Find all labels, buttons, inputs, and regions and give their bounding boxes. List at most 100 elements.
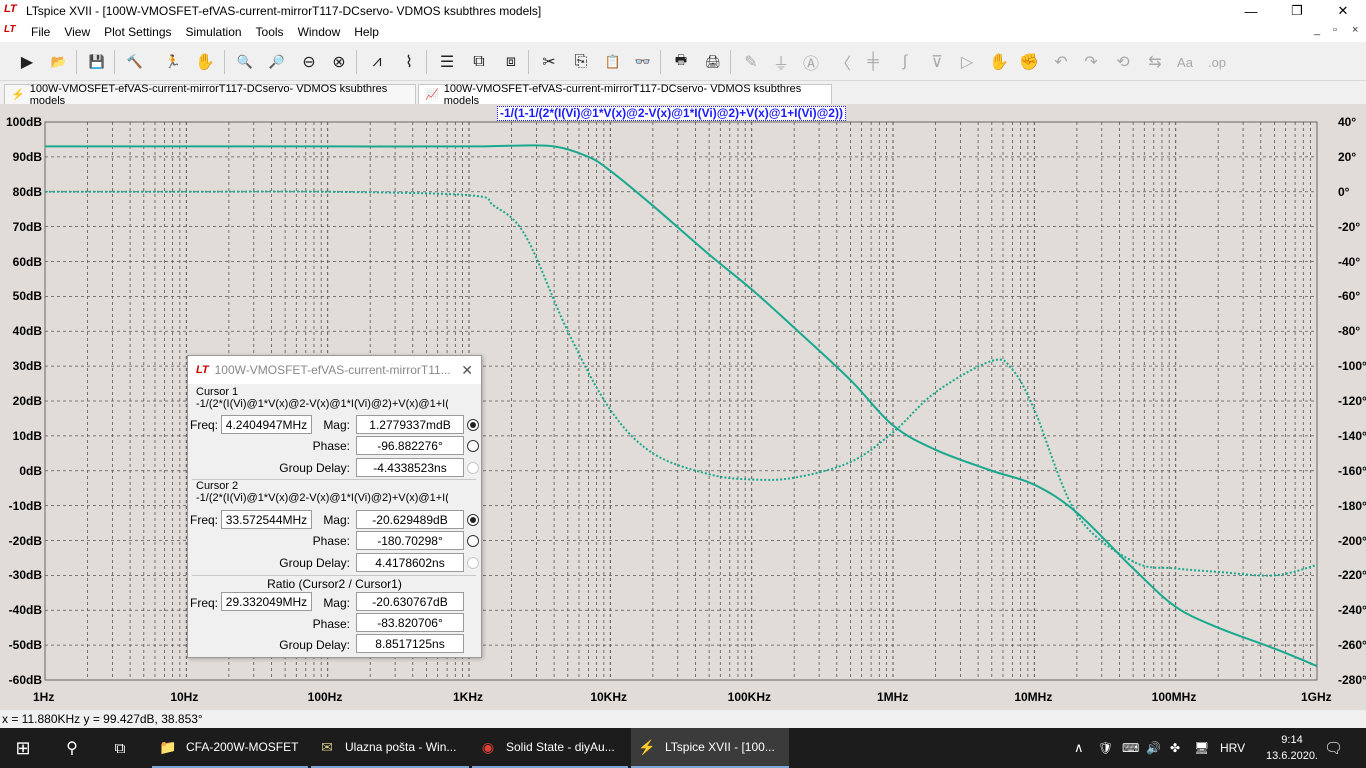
halt-icon[interactable]: 🏃 xyxy=(160,49,186,75)
menu-file[interactable]: File xyxy=(24,25,57,39)
ratio-mag-label: Mag: xyxy=(323,596,350,610)
dropbox-icon[interactable]: ✤ xyxy=(1170,728,1180,768)
taskbar-item-chrome[interactable]: ◉ Solid State - diyAu... xyxy=(472,728,628,768)
component-icon[interactable]: ▷ xyxy=(954,49,980,75)
diode-icon[interactable]: ⊽ xyxy=(924,49,950,75)
measure-icon[interactable]: ⌇ xyxy=(396,49,422,75)
search-icon[interactable]: ⚲ xyxy=(50,728,94,768)
show-hidden-icons-chevron-icon[interactable]: ∧ xyxy=(1074,728,1084,768)
taskbar-item-mail[interactable]: ✉ Ulazna pošta - Win... xyxy=(311,728,469,768)
drag-icon[interactable]: ✊ xyxy=(1016,49,1042,75)
cursor2-group-delay-radio[interactable] xyxy=(467,557,479,569)
chrome-icon: ◉ xyxy=(481,738,495,755)
ratio-group-delay-field: 8.8517125ns xyxy=(356,634,464,653)
print-setup-icon[interactable]: 🖨 xyxy=(700,49,726,75)
autorange-icon[interactable]: ⩘ xyxy=(364,49,390,75)
menu-help[interactable]: Help xyxy=(347,25,386,39)
print-icon[interactable]: 🖶 xyxy=(668,49,694,75)
ratio-mag-field: -20.630767dB xyxy=(356,592,464,611)
y-axis-tick-label-right: -100° xyxy=(1338,359,1366,374)
find-icon[interactable]: 👓 xyxy=(630,49,656,75)
x-axis-tick-label: 100Hz xyxy=(307,690,343,704)
y-axis-tick-label-left: 40dB xyxy=(12,324,42,339)
cursor1-group-delay-radio[interactable] xyxy=(467,462,479,474)
cursor2-mag-label: Mag: xyxy=(323,513,350,527)
y-axis-tick-label-left: -60dB xyxy=(8,673,42,687)
pan-icon[interactable]: ✋ xyxy=(192,49,218,75)
redo-icon[interactable]: ↷ xyxy=(1078,49,1104,75)
cursor1-mag-radio[interactable] xyxy=(467,419,479,431)
tab-schematic[interactable]: ⚡ 100W-VMOSFET-efVAS-current-mirrorT117-… xyxy=(4,83,416,107)
divider xyxy=(192,575,476,576)
text-icon[interactable]: Aa xyxy=(1172,49,1198,75)
move-icon[interactable]: ✋ xyxy=(986,49,1012,75)
cursor-window-titlebar[interactable]: LT 100W-VMOSFET-efVAS-current-mirrorT11.… xyxy=(188,356,481,384)
y-axis-tick-label-right: -200° xyxy=(1338,533,1366,548)
spice-directive-icon[interactable]: .op xyxy=(1204,49,1230,75)
menu-tools[interactable]: Tools xyxy=(249,25,291,39)
resistor-icon[interactable]: 〈 xyxy=(830,49,856,75)
action-center-icon[interactable]: 🗨 xyxy=(1324,728,1343,768)
capacitor-icon[interactable]: ╪ xyxy=(860,49,886,75)
x-axis-tick-label: 1Hz xyxy=(33,690,55,704)
keyboard-tray-icon[interactable]: ⌨ xyxy=(1122,728,1139,768)
trace-expression-label[interactable]: -1/(1-1/(2*(I(Vi)@1*V(x)@2-V(x)@1*I(Vi)@… xyxy=(497,106,846,121)
menu-window[interactable]: Window xyxy=(291,25,348,39)
cascade-icon[interactable]: ⧉ xyxy=(466,49,492,75)
paste-icon[interactable]: 📋 xyxy=(600,49,626,75)
zoom-in-icon[interactable]: 🔍 xyxy=(232,49,258,75)
window-title: LTspice XVII - [100W-VMOSFET-efVAS-curre… xyxy=(26,4,542,18)
save-icon[interactable]: 💾 xyxy=(84,49,110,75)
tab-waveform[interactable]: 📈 100W-VMOSFET-efVAS-current-mirrorT117-… xyxy=(418,83,832,107)
x-axis-tick-label: 1KHz xyxy=(453,690,484,704)
copy-icon[interactable]: ⎘ xyxy=(568,49,594,75)
zoom-cancel-icon[interactable]: ⊗ xyxy=(326,49,352,75)
label-icon[interactable]: Ⓐ xyxy=(798,49,824,75)
input-language-indicator[interactable]: HRV xyxy=(1220,728,1245,768)
cursor2-freq-field[interactable]: 33.572544MHz xyxy=(221,510,312,529)
ltspice-logo-icon: LT xyxy=(4,3,17,15)
task-view-icon[interactable]: ⧉ xyxy=(98,728,142,768)
cursor2-mag-radio[interactable] xyxy=(467,514,479,526)
menu-view[interactable]: View xyxy=(57,25,97,39)
taskbar-item-folder[interactable]: 📁 CFA-200W-MOSFET xyxy=(152,728,308,768)
undo-icon[interactable]: ↶ xyxy=(1048,49,1074,75)
tile-vertical-icon[interactable]: ⧈ xyxy=(498,49,524,75)
menu-plot-settings[interactable]: Plot Settings xyxy=(97,25,178,39)
run-icon[interactable]: ▶ xyxy=(14,49,40,75)
cursor1-phase-radio[interactable] xyxy=(467,440,479,452)
inductor-icon[interactable]: ∫ xyxy=(892,49,918,75)
mdi-minimize-button[interactable]: _ xyxy=(1314,24,1320,36)
close-button[interactable]: ✕ xyxy=(1320,0,1366,22)
mdi-restore-button[interactable]: ▫ xyxy=(1333,24,1337,36)
cut-icon[interactable]: ✂ xyxy=(536,49,562,75)
cursor2-phase-field: -180.70298° xyxy=(356,531,464,550)
y-axis-tick-label-right: -240° xyxy=(1338,603,1366,618)
wire-icon[interactable]: ✎ xyxy=(738,49,764,75)
zoom-out-icon[interactable]: 🔎 xyxy=(264,49,290,75)
cursor1-freq-field[interactable]: 4.2404947MHz xyxy=(221,415,312,434)
cursor1-mag-field: 1.2779337mdB xyxy=(356,415,464,434)
taskbar-item-ltspice[interactable]: ⚡ LTspice XVII - [100... xyxy=(631,728,789,768)
cursor-window[interactable]: LT 100W-VMOSFET-efVAS-current-mirrorT11.… xyxy=(187,355,482,658)
mirror-icon[interactable]: ⇆ xyxy=(1142,49,1168,75)
cursor2-phase-radio[interactable] xyxy=(467,535,479,547)
volume-icon[interactable]: 🔊 xyxy=(1146,728,1161,768)
ground-icon[interactable]: ⏚ xyxy=(768,49,794,75)
mdi-close-button[interactable]: × xyxy=(1352,24,1358,36)
tile-horizontal-icon[interactable]: ☰ xyxy=(434,49,460,75)
document-system-menu-icon[interactable]: LT xyxy=(4,24,22,40)
maximize-button[interactable]: ❐ xyxy=(1274,0,1320,22)
network-icon[interactable]: 🖥 xyxy=(1194,728,1209,768)
security-tray-icon[interactable]: 🛡 xyxy=(1098,728,1113,768)
zoom-fit-icon[interactable]: ⊖ xyxy=(296,49,322,75)
system-clock[interactable]: 9:14 13.6.2020. xyxy=(1262,732,1322,764)
start-button[interactable]: ⊞ xyxy=(0,728,46,768)
rotate-icon[interactable]: ⟲ xyxy=(1110,49,1136,75)
close-icon[interactable]: ✕ xyxy=(461,362,473,379)
menu-simulation[interactable]: Simulation xyxy=(179,25,249,39)
open-icon[interactable]: 📂 xyxy=(46,49,72,75)
control-panel-icon[interactable]: 🔨 xyxy=(122,49,148,75)
minimize-button[interactable]: — xyxy=(1228,0,1274,22)
clock-date: 13.6.2020. xyxy=(1266,750,1318,762)
